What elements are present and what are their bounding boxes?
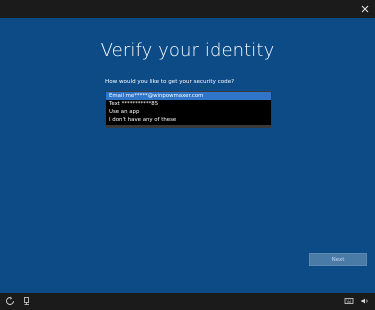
network-icon[interactable] [22, 296, 32, 306]
option-none[interactable]: I don't have any of these [106, 116, 271, 124]
listbox-scrollbar[interactable] [106, 125, 271, 128]
verification-method-listbox[interactable]: Email me*****@winpowmaxer.com Text *****… [105, 91, 272, 128]
volume-icon[interactable] [360, 296, 370, 306]
close-icon[interactable] [359, 3, 371, 15]
page-title: Verify your identity [100, 40, 275, 61]
security-code-question: How would you like to get your security … [105, 79, 235, 85]
option-text[interactable]: Text ***********85 [106, 100, 271, 108]
top-bar [0, 0, 375, 16]
ease-of-access-icon[interactable] [5, 296, 15, 306]
option-email[interactable]: Email me*****@winpowmaxer.com [106, 92, 271, 100]
bottom-bar [0, 293, 375, 310]
option-app[interactable]: Use an app [106, 108, 271, 116]
next-button[interactable]: Next [309, 253, 367, 266]
keyboard-icon[interactable] [344, 296, 354, 306]
